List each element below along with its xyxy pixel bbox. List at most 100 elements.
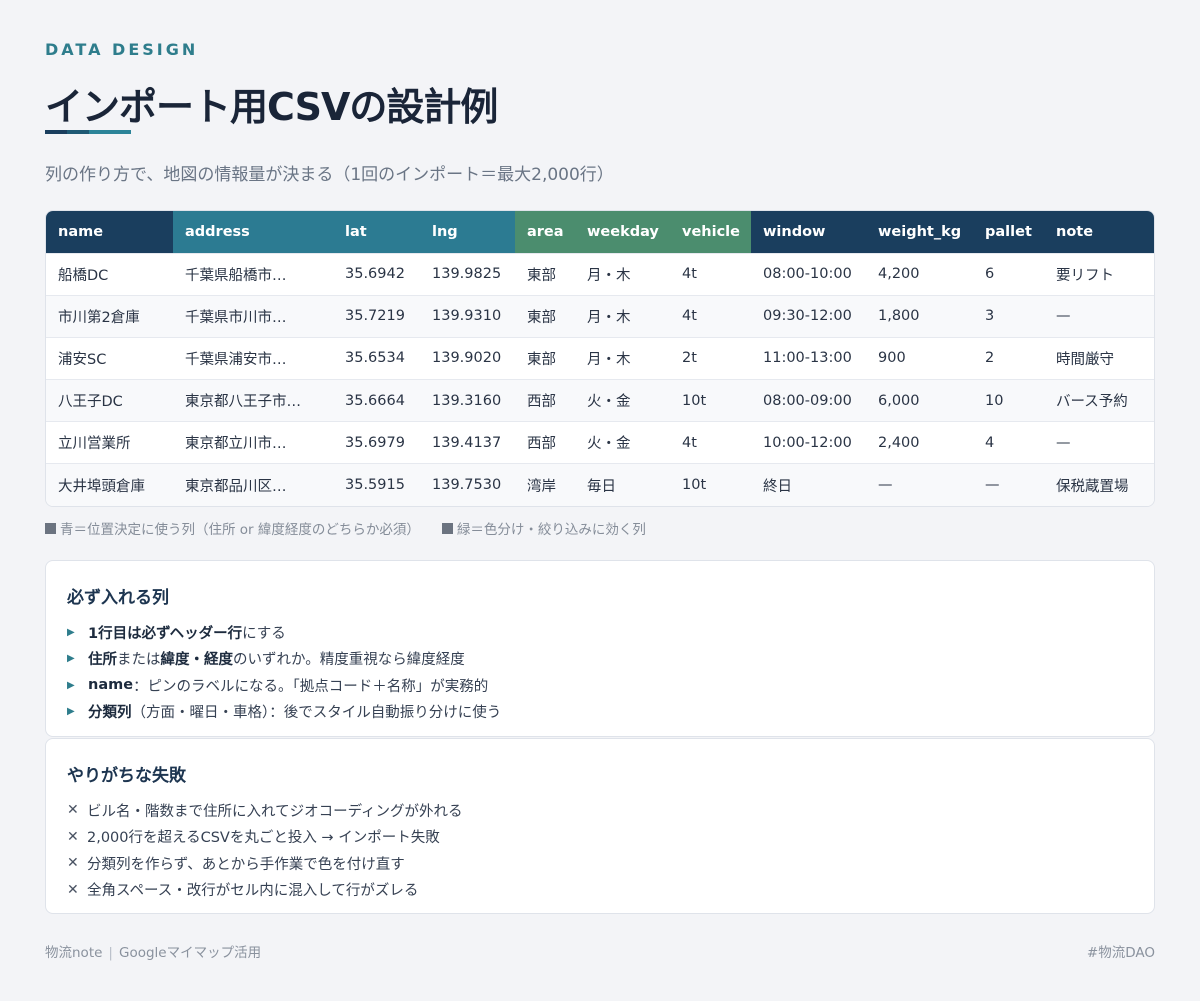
column-header-weight-kg: weight_kg: [866, 211, 973, 253]
table-cell-window: 11:00-13:00: [751, 336, 866, 380]
table-cell-weekday: 毎日: [575, 463, 670, 507]
legend-square-icon: [441, 522, 453, 534]
list-item: ✕ 全角スペース・改行がセル内に混入して行がズレる: [67, 877, 463, 904]
legend-label: 緑＝色分け・絞り込みに効く列: [456, 522, 646, 538]
list-item-text: 2,000行を超えるCSVを丸ごと投入 → インポート失敗: [87, 830, 440, 847]
column-header-name: name: [46, 211, 173, 253]
footer-hashtag: #物流DAO: [1086, 945, 1155, 961]
column-header-pallet: pallet: [973, 211, 1044, 253]
table-cell-weekday: 火・金: [575, 379, 670, 422]
card-title: やりがちな失敗: [67, 766, 186, 786]
table-cell-area: 湾岸: [515, 463, 575, 507]
common-mistakes-card: やりがちな失敗 ✕ ビル名・階数まで住所に入れてジオコーディングが外れる ✕ 2…: [45, 738, 1155, 914]
table-cell-lat: 35.7219: [333, 294, 420, 338]
legend-label: 青＝位置決定に使う列（住所 or 緯度経度のどちらか必須）: [60, 522, 420, 538]
table-cell-weight-kg: 6,000: [866, 379, 973, 422]
title-underline: [45, 130, 131, 134]
table-row: 市川第2倉庫 千葉県市川市… 35.7219 139.9310 東部 月・木 4t 09:30…: [46, 294, 1154, 338]
column-header-lat: lat: [333, 211, 420, 253]
table-cell-vehicle: 10t: [670, 463, 751, 507]
triangle-bullet-icon: ▶: [67, 653, 75, 665]
list-item: ✕ 2,000行を超えるCSVを丸ごと投入 → インポート失敗: [67, 824, 463, 851]
table-row: 船橋DC 千葉県船橋市… 35.6942 139.9825 東部 月・木 4t 08:00-1…: [46, 252, 1154, 296]
table-cell-address: 千葉県市川市…: [173, 294, 333, 338]
footer-topic: Googleマイマップ活用: [118, 945, 262, 961]
table-cell-note: 時間厳守: [1044, 336, 1154, 380]
table-cell-name: 浦安SC: [46, 336, 173, 380]
table-cell-window: 終日: [751, 463, 866, 507]
column-header-area: area: [515, 211, 575, 253]
csv-table: name address lat lng area weekday vehicl…: [45, 210, 1155, 508]
cross-icon: ✕: [67, 881, 79, 898]
table-cell-lng: 139.3160: [420, 379, 515, 422]
table-row: 大井埠頭倉庫 東京都品川区… 35.5915 139.7530 湾岸 毎日 10t 終日 — — 保…: [46, 463, 1154, 507]
table-cell-address: 東京都立川市…: [173, 421, 333, 464]
list-item-bold: 1行目は必ずヘッダー行: [88, 625, 243, 642]
required-list: ▶ 1行目は必ずヘッダー行 にする ▶ 住所 または 緯度・経度 のいずれか。精…: [67, 619, 501, 725]
table-cell-pallet: 2: [973, 336, 1044, 380]
table-cell-address: 東京都品川区…: [173, 463, 333, 507]
table-cell-name: 大井埠頭倉庫: [46, 463, 173, 507]
table-cell-lng: 139.7530: [420, 463, 515, 507]
list-item-bold: 分類列: [88, 705, 132, 722]
table-row: 立川営業所 東京都立川市… 35.6979 139.4137 西部 火・金 4t 10:00-…: [46, 421, 1154, 464]
table-cell-pallet: 6: [973, 252, 1044, 296]
table-cell-lat: 35.5915: [333, 463, 420, 507]
required-columns-card: 必ず入れる列 ▶ 1行目は必ずヘッダー行 にする ▶ 住所 または 緯度・経度 …: [45, 560, 1155, 737]
table-cell-name: 船橋DC: [46, 252, 173, 296]
table-cell-vehicle: 4t: [670, 421, 751, 464]
table-cell-lng: 139.9825: [420, 252, 515, 296]
table-cell-vehicle: 4t: [670, 294, 751, 338]
list-item-text: のいずれか。精度重視なら緯度経度: [233, 652, 465, 669]
table-cell-lng: 139.9310: [420, 294, 515, 338]
mistakes-list: ✕ ビル名・階数まで住所に入れてジオコーディングが外れる ✕ 2,000行を超え…: [67, 797, 463, 903]
table-cell-address: 東京都八王子市…: [173, 379, 333, 422]
table-cell-note: —: [1044, 294, 1154, 338]
list-item-text: 分類列を作らず、あとから手作業で色を付け直す: [87, 856, 405, 873]
table-cell-weekday: 月・木: [575, 336, 670, 380]
table-cell-vehicle: 10t: [670, 379, 751, 422]
list-item-bold: 住所: [88, 652, 117, 669]
table-cell-vehicle: 4t: [670, 252, 751, 296]
table-cell-window: 08:00-09:00: [751, 379, 866, 422]
table-cell-weekday: 火・金: [575, 421, 670, 464]
table-cell-lat: 35.6979: [333, 421, 420, 464]
legend-square-icon: [45, 522, 56, 534]
cross-icon: ✕: [67, 828, 79, 845]
table-cell-weekday: 月・木: [575, 252, 670, 296]
triangle-bullet-icon: ▶: [67, 706, 75, 718]
triangle-bullet-icon: ▶: [67, 679, 75, 691]
list-item-text: にする: [242, 625, 286, 642]
table-cell-address: 千葉県浦安市…: [173, 336, 333, 380]
footer-site: 物流note: [45, 945, 103, 961]
table-cell-lat: 35.6534: [333, 336, 420, 380]
table-cell-vehicle: 2t: [670, 336, 751, 380]
table-header-row: name address lat lng area weekday vehicl…: [46, 211, 1154, 253]
list-item-bold: name: [88, 677, 134, 694]
card-title: 必ず入れる列: [67, 588, 169, 608]
column-header-vehicle: vehicle: [670, 211, 751, 253]
table-cell-name: 八王子DC: [46, 379, 173, 422]
list-item-text: （方面・曜日・車格）：後でスタイル自動振り分けに使う: [131, 705, 502, 722]
table-cell-pallet: —: [973, 463, 1044, 507]
table-legend: 青＝位置決定に使う列（住所 or 緯度経度のどちらか必須） 緑＝色分け・絞り込み…: [45, 518, 646, 538]
list-item-text: ビル名・階数まで住所に入れてジオコーディングが外れる: [87, 803, 463, 820]
table-cell-note: 保税蔵置場: [1044, 463, 1154, 507]
column-header-lng: lng: [420, 211, 515, 253]
table-cell-pallet: 4: [973, 421, 1044, 464]
footer-left: 物流note | Googleマイマップ活用: [45, 941, 261, 961]
table-cell-pallet: 10: [973, 379, 1044, 422]
table-cell-lat: 35.6942: [333, 252, 420, 296]
list-item: ▶ 1行目は必ずヘッダー行 にする: [67, 619, 501, 646]
list-item: ✕ 分類列を作らず、あとから手作業で色を付け直す: [67, 850, 463, 877]
table-cell-note: バース予約: [1044, 379, 1154, 422]
table-cell-weight-kg: 1,800: [866, 294, 973, 338]
table-cell-lng: 139.4137: [420, 421, 515, 464]
table-cell-area: 東部: [515, 336, 575, 380]
table-cell-area: 西部: [515, 379, 575, 422]
list-item-text: ：ピンのラベルになる。「拠点コード＋名称」が実務的: [133, 678, 489, 695]
list-item: ✕ ビル名・階数まで住所に入れてジオコーディングが外れる: [67, 797, 463, 824]
legend-item-green: 緑＝色分け・絞り込みに効く列: [441, 518, 646, 538]
table-cell-area: 東部: [515, 294, 575, 338]
table-cell-lng: 139.9020: [420, 336, 515, 380]
